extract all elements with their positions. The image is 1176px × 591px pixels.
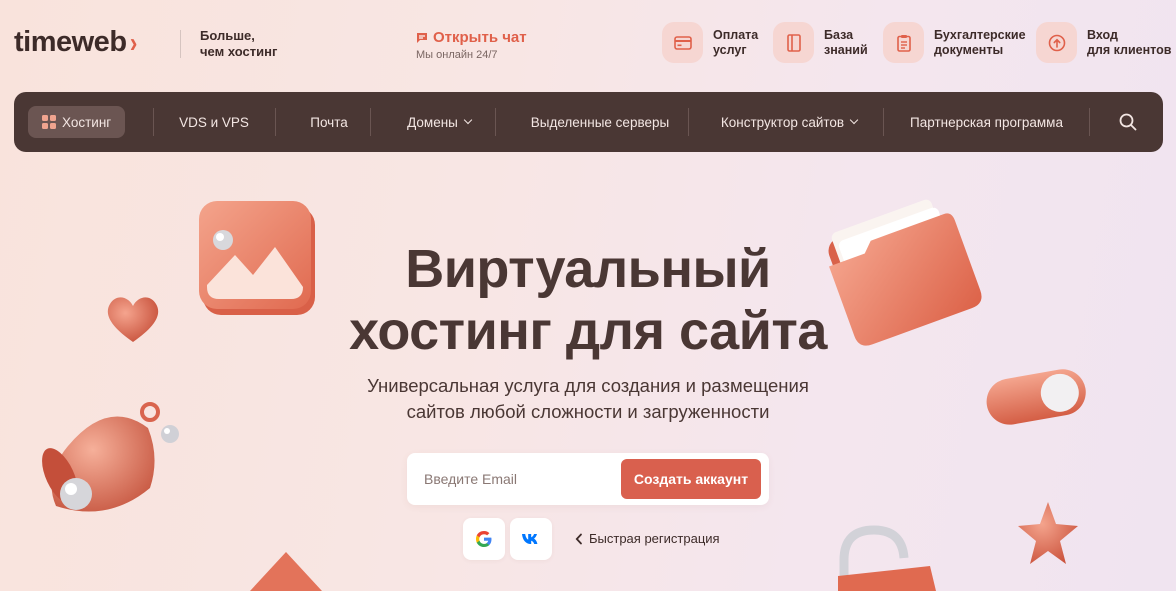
quick-registration-link[interactable]: Быстрая регистрация (575, 531, 720, 546)
accounting-documents-label-line1: Бухгалтерские (934, 27, 1026, 42)
hero-title: Виртуальный хостинг для сайта (288, 238, 888, 362)
nav-item-hosting[interactable]: Хостинг (28, 106, 126, 138)
nav-divider (275, 108, 276, 136)
hero-title-line1: Виртуальный (405, 239, 771, 299)
nav-divider (1089, 108, 1090, 136)
search-icon (1119, 113, 1137, 131)
payment-label-line2: услуг (713, 42, 747, 57)
nav-item-label: Хостинг (62, 114, 112, 130)
lock-3d-icon (838, 525, 936, 591)
chat-block: Открыть чат Мы онлайн 24/7 (416, 29, 527, 61)
nav-item-partner-program[interactable]: Партнерская программа (894, 92, 1079, 152)
create-account-button[interactable]: Создать аккаунт (621, 459, 761, 499)
tagline-line2: чем хостинг (200, 44, 278, 59)
chevron-left-icon (575, 533, 582, 544)
nav-item-label: Почта (310, 114, 348, 130)
client-login-label: Вход для клиентов (1087, 28, 1171, 58)
vk-signin-button[interactable] (510, 518, 552, 560)
accounting-documents-label-line2: документы (934, 42, 1004, 57)
accounting-documents-label: Бухгалтерские документы (934, 28, 1026, 58)
nav-item-dedicated-servers[interactable]: Выделенные серверы (510, 92, 690, 152)
grid-icon (42, 115, 56, 129)
nav-item-vds[interactable]: VDS и VPS (174, 92, 254, 152)
accounting-documents-link[interactable]: Бухгалтерские документы (883, 22, 1026, 63)
knowledge-base-label-line1: База (824, 27, 854, 42)
tagline-line1: Больше, (200, 28, 255, 43)
main-nav: Хостинг VDS и VPS Почта Домены Выделенны… (14, 92, 1163, 152)
nav-item-label: Выделенные серверы (530, 114, 670, 130)
knowledge-base-label: База знаний (824, 28, 868, 58)
nav-divider (495, 108, 496, 136)
chevron-down-icon (849, 115, 859, 125)
payment-link[interactable]: Оплата услуг (662, 22, 758, 63)
payment-label: Оплата услуг (713, 28, 758, 58)
heart-3d-icon (107, 297, 159, 342)
knowledge-base-label-line2: знаний (824, 42, 868, 57)
nav-item-mail[interactable]: Почта (294, 92, 364, 152)
hero-title-line2: хостинг для сайта (349, 301, 827, 361)
star-3d-icon (1018, 502, 1078, 564)
document-icon (883, 22, 924, 63)
client-login-link[interactable]: Вход для клиентов (1036, 22, 1171, 63)
knowledge-base-link[interactable]: База знаний (773, 22, 868, 63)
open-chat-label: Открыть чат (433, 29, 527, 46)
client-login-label-line1: Вход (1087, 27, 1118, 42)
nav-item-label: VDS и VPS (179, 114, 249, 130)
hero-subtitle: Универсальная услуга для создания и разм… (288, 373, 888, 425)
divider (180, 30, 181, 58)
bell-3d-icon (42, 402, 179, 512)
card-icon (662, 22, 703, 63)
quick-registration-label: Быстрая регистрация (589, 531, 720, 546)
login-icon (1036, 22, 1077, 63)
nav-divider (883, 108, 884, 136)
tagline: Больше, чем хостинг (200, 28, 277, 60)
nav-item-label: Конструктор сайтов (720, 114, 845, 130)
open-chat-link[interactable]: Открыть чат (416, 29, 527, 46)
logo-text: timeweb (14, 26, 127, 58)
nav-divider (153, 108, 154, 136)
toggle-3d-icon (986, 369, 1086, 425)
nav-item-domains[interactable]: Домены (389, 92, 489, 152)
nav-item-label: Партнерская программа (910, 114, 1063, 130)
google-signin-button[interactable] (463, 518, 505, 560)
nav-item-label: Домены (407, 114, 458, 130)
nav-divider (370, 108, 371, 136)
google-icon (476, 531, 492, 547)
email-input[interactable] (415, 461, 615, 497)
payment-label-line1: Оплата (713, 27, 759, 42)
nav-divider (688, 108, 689, 136)
top-bar: timeweb › Больше, чем хостинг Открыть ча… (0, 0, 1176, 88)
online-status: Мы онлайн 24/7 (416, 49, 498, 61)
chevron-down-icon (463, 115, 473, 125)
nav-item-site-builder[interactable]: Конструктор сайтов (704, 92, 874, 152)
hero-subtitle-line2: сайтов любой сложности и загруженности (406, 401, 770, 422)
vk-icon (522, 534, 538, 544)
shape-3d-icon (250, 552, 322, 591)
logo-chevron-icon: › (129, 26, 137, 58)
client-login-label-line2: для клиентов (1087, 42, 1172, 57)
book-icon (773, 22, 814, 63)
hero-subtitle-line1: Универсальная услуга для создания и разм… (367, 375, 809, 396)
search-button[interactable] (1116, 110, 1140, 134)
signup-form: Создать аккаунт (407, 453, 769, 505)
chat-icon (417, 32, 427, 43)
timeweb-logo[interactable]: timeweb › (14, 26, 137, 59)
